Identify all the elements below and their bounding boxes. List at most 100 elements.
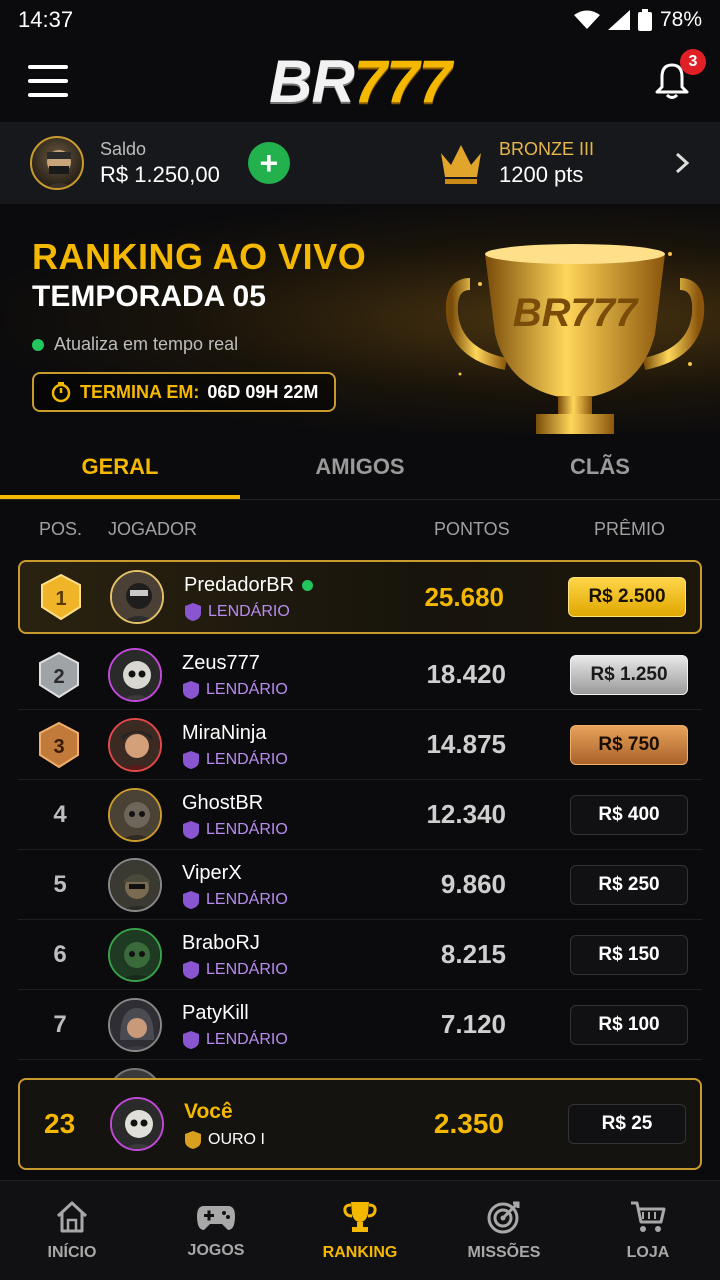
user-name: Você [184, 1100, 233, 1123]
notifications-button[interactable]: 3 [652, 49, 706, 101]
cart-icon [631, 1201, 666, 1232]
player-points: 12.340 [426, 799, 506, 829]
online-status-icon [302, 580, 314, 591]
avatar[interactable] [108, 717, 162, 772]
tier-label: LENDÁRIO [206, 751, 288, 768]
tier-label: LENDÁRIO [206, 961, 288, 978]
nav-jogos[interactable]: JOGOS [144, 1181, 288, 1280]
position-number: 2 [53, 666, 64, 688]
prize-badge[interactable]: R$ 25 [568, 1104, 686, 1144]
tab-clas[interactable]: CLÃS [480, 434, 720, 499]
avatar[interactable] [108, 647, 162, 702]
menu-icon-bar [28, 79, 68, 83]
player-points: 18.420 [426, 659, 506, 689]
masked-soldier-avatar-icon [44, 150, 74, 188]
home-icon [56, 1201, 88, 1232]
prize-badge[interactable]: R$ 750 [570, 724, 688, 765]
player-name-group: MiraNinja [182, 722, 266, 745]
position-number: 4 [53, 800, 67, 828]
avatar[interactable] [110, 1097, 164, 1151]
hero-title: RANKING AO VIVO [32, 236, 367, 277]
legendary-shield-icon [183, 1031, 199, 1049]
avatar[interactable] [110, 570, 164, 624]
prize-badge[interactable]: R$ 150 [570, 934, 688, 975]
gold-medal-icon: 1 [41, 574, 81, 620]
table-row[interactable]: 6 BraboRJ LENDÁRIO 8.215 R$ 150 [18, 920, 702, 990]
target-icon [487, 1201, 520, 1233]
plus-icon: + [259, 144, 279, 181]
current-user-row[interactable]: 23 Você OURO I 2.350 R$ 25 [18, 1078, 702, 1170]
player-rank-link[interactable]: BRONZE III 1200 pts [437, 139, 690, 188]
nav-inicio[interactable]: INÍCIO [0, 1181, 144, 1280]
player-name-group: Zeus777 [182, 652, 260, 675]
prize-badge[interactable]: R$ 100 [570, 1004, 688, 1045]
add-funds-button[interactable]: + [247, 142, 290, 184]
silver-medal-icon: 2 [39, 651, 79, 698]
prize-badge[interactable]: R$ 2.500 [568, 577, 686, 617]
nav-missoes[interactable]: MISSÕES [432, 1181, 576, 1280]
table-row[interactable]: 5 ViperX LENDÁRIO 9.860 R$ 250 [18, 850, 702, 920]
user-avatar[interactable] [30, 136, 84, 190]
tier-label: LENDÁRIO [206, 891, 288, 908]
masked-soldier-avatar-icon [112, 572, 162, 622]
avatar[interactable] [108, 997, 162, 1052]
hero-subtitle: TEMPORADA 05 [32, 280, 266, 313]
table-row[interactable]: 4 GhostBR LENDÁRIO 12.340 R$ 400 [18, 780, 702, 850]
legendary-shield-icon [183, 751, 199, 769]
wifi-icon [573, 10, 600, 29]
tab-amigos[interactable]: AMIGOS [240, 434, 480, 499]
prize-badge[interactable]: R$ 250 [570, 864, 688, 905]
position-number: 6 [53, 940, 67, 968]
user-points: 2.350 [433, 1108, 504, 1139]
app-header: BR777 3 [0, 40, 720, 122]
player-tier: LENDÁRIO [182, 890, 288, 910]
legendary-shield-icon [183, 961, 199, 979]
nav-label: RANKING [322, 1243, 398, 1261]
player-name: ViperX [182, 862, 242, 884]
player-points: 9.860 [440, 869, 506, 899]
menu-button[interactable] [28, 65, 68, 97]
bronze-medal-icon: 3 [39, 721, 79, 768]
table-row[interactable]: 1 PredadorBR LENDÁRIO 25.680 R$ 2.500 [18, 560, 702, 634]
prize-badge[interactable]: R$ 1.250 [570, 654, 688, 695]
nav-label: LOJA [626, 1243, 670, 1261]
rank-points: 1200 pts [498, 161, 584, 187]
player-name: Zeus777 [182, 652, 260, 674]
ranking-tabs: GERAL AMIGOS CLÃS [0, 434, 720, 500]
nav-label: JOGOS [187, 1241, 245, 1259]
player-points: 14.875 [426, 729, 506, 759]
avatar[interactable] [108, 927, 162, 982]
chevron-right-icon [675, 152, 690, 174]
skull-avatar-icon [110, 649, 160, 700]
player-name-group: PredadorBR [184, 574, 314, 597]
table-row[interactable]: 3 MiraNinja LENDÁRIO 14.875 R$ 750 [18, 710, 702, 780]
tab-geral[interactable]: GERAL [0, 434, 240, 499]
live-text: Atualiza em tempo real [54, 334, 239, 354]
tier-label: OURO I [208, 1131, 265, 1148]
trophy-icon [343, 1201, 377, 1232]
menu-icon-bar [28, 93, 68, 97]
gamepad-icon [197, 1205, 235, 1230]
player-points: 25.680 [424, 581, 504, 612]
legendary-shield-icon [183, 681, 199, 699]
avatar[interactable] [108, 857, 162, 912]
season-timer: TERMINA EM: 06D 09H 22M [32, 372, 337, 412]
trophy-engraving: BR777 [513, 291, 639, 335]
live-indicator: Atualiza em tempo real [32, 334, 238, 355]
legendary-shield-icon [183, 891, 199, 909]
brand-logo[interactable]: BR777 [269, 47, 452, 116]
player-tier: LENDÁRIO [182, 750, 288, 770]
table-row[interactable]: 7 PatyKill LENDÁRIO 7.120 R$ 100 [18, 990, 702, 1060]
table-row[interactable]: 2 Zeus777 LENDÁRIO 18.420 R$ 1.250 [18, 640, 702, 710]
nav-ranking[interactable]: RANKING [288, 1181, 432, 1280]
hooded-player-avatar-icon [110, 999, 160, 1050]
nav-loja[interactable]: LOJA [576, 1181, 720, 1280]
table-header: POS. JOGADOR PONTOS PRÊMIO [0, 500, 720, 558]
player-name: PredadorBR [184, 574, 295, 596]
balance-label: Saldo [100, 138, 147, 159]
timer-label: TERMINA EM: [80, 381, 200, 402]
prize-badge[interactable]: R$ 400 [570, 794, 688, 835]
tier-label: LENDÁRIO [208, 603, 290, 620]
avatar[interactable] [108, 787, 162, 842]
position-number: 1 [55, 588, 66, 610]
